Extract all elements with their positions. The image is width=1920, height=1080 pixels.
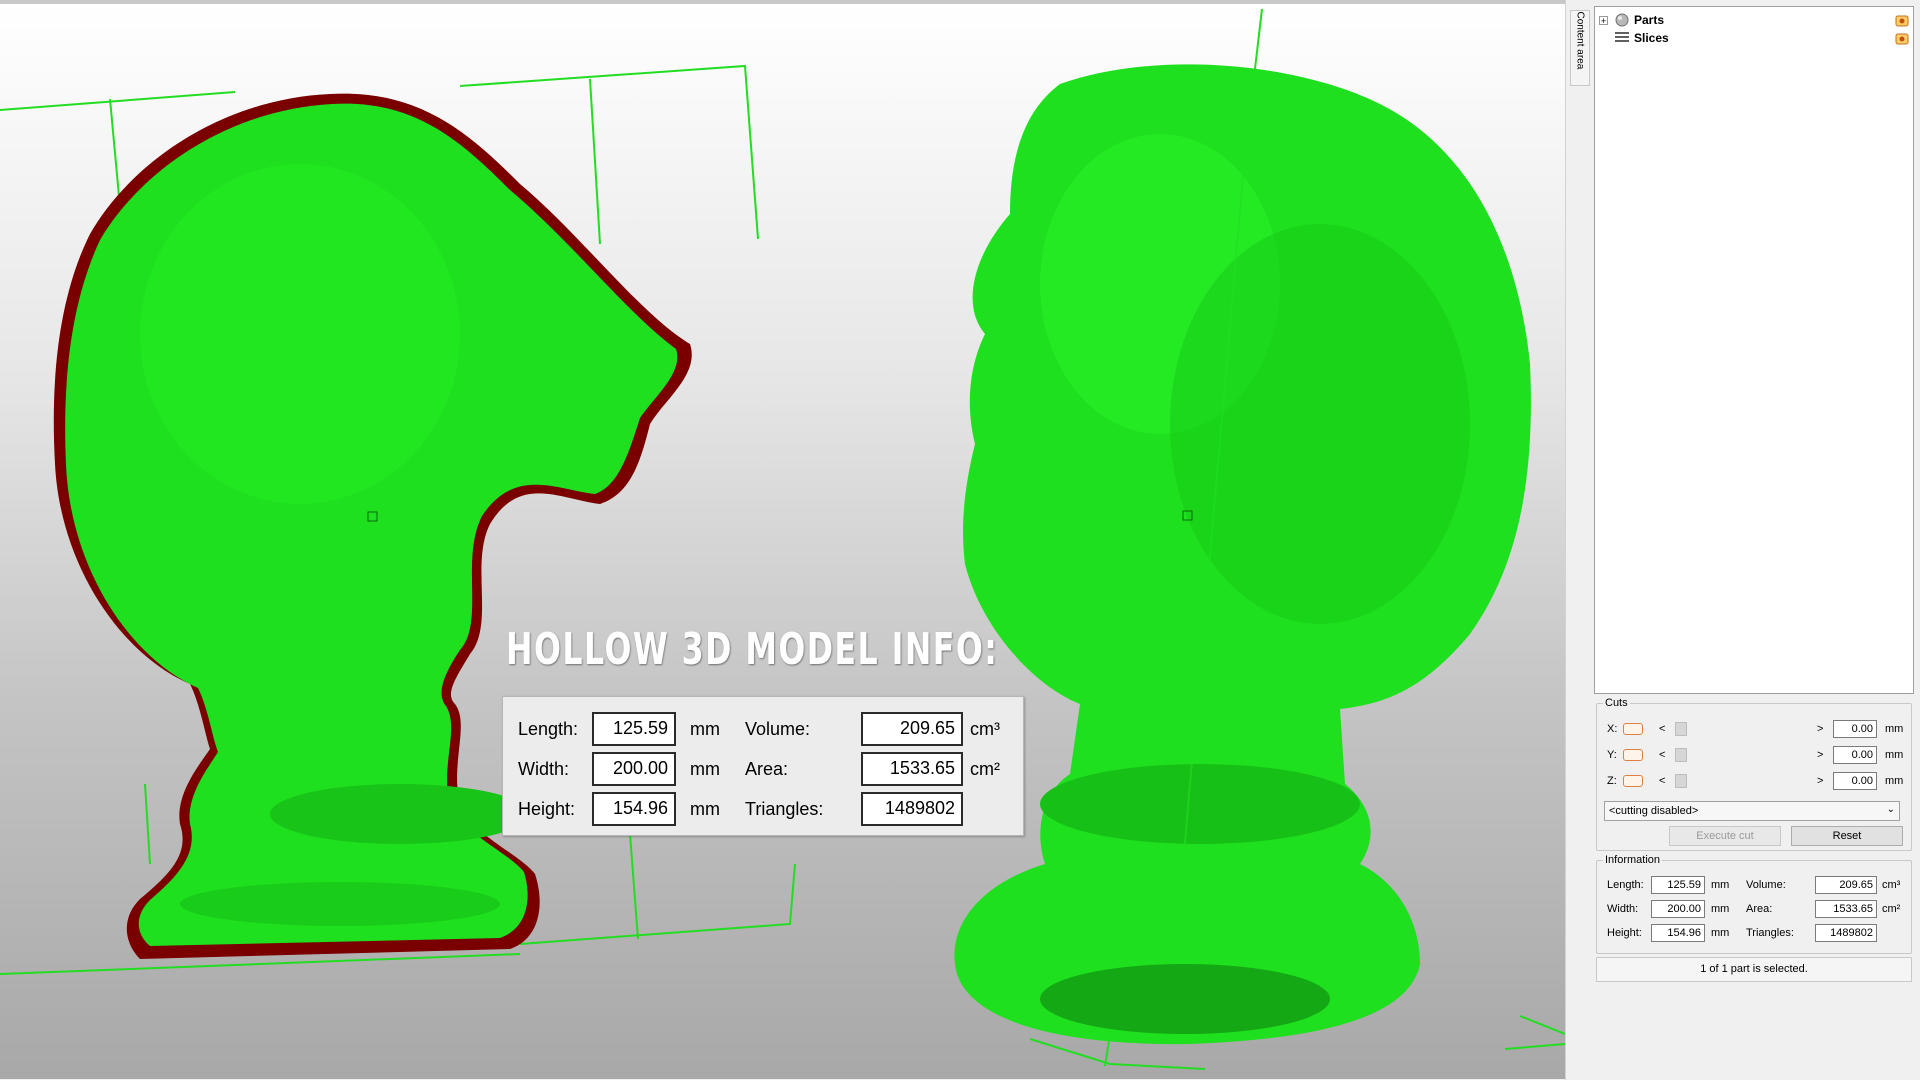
cut-axis-z-label: Z:	[1607, 775, 1617, 787]
expand-icon[interactable]: +	[1599, 15, 1608, 25]
overlay-triangles-label: Triangles:	[745, 799, 824, 819]
info-height-value: 154.96	[1651, 924, 1705, 942]
cut-z-slider[interactable]	[1671, 774, 1811, 788]
info-width-label: Width:	[1607, 903, 1639, 915]
cuts-legend: Cuts	[1605, 697, 1628, 709]
cut-z-value[interactable]: 0.00	[1833, 772, 1877, 790]
slices-icon	[1615, 32, 1629, 42]
selection-status: 1 of 1 part is selected.	[1596, 957, 1912, 982]
info-height-unit: mm	[1711, 927, 1730, 939]
cut-y-left-arrow[interactable]: <	[1659, 749, 1665, 761]
cut-axis-y-toggle[interactable]	[1623, 749, 1643, 761]
cut-axis-x-label: X:	[1607, 723, 1618, 735]
tree-item-parts[interactable]: + Parts	[1599, 12, 1664, 28]
panel-splitter[interactable]	[1565, 0, 1594, 1080]
cut-z-slider-thumb[interactable]	[1675, 774, 1687, 788]
cut-axis-x-toggle[interactable]	[1623, 723, 1643, 735]
overlay-area-value: 1533.65	[861, 752, 963, 786]
info-triangles-value: 1489802	[1815, 924, 1877, 942]
overlay-height-label: Height:	[518, 799, 576, 819]
overlay-volume-value: 209.65	[861, 712, 963, 746]
model-info-overlay: Length: 125.59 mm Width: 200.00 mm Heigh…	[502, 696, 1024, 836]
cut-z-unit: mm	[1885, 775, 1904, 787]
overlay-width-label: Width:	[518, 759, 570, 779]
overlay-height-unit: mm	[690, 799, 720, 819]
cut-x-right-arrow[interactable]: >	[1817, 723, 1823, 735]
info-volume-value: 209.65	[1815, 876, 1877, 894]
info-triangles-label: Triangles:	[1746, 927, 1794, 939]
tree-item-label: Slices	[1634, 31, 1669, 45]
info-length-label: Length:	[1607, 879, 1644, 891]
cut-x-slider-thumb[interactable]	[1675, 722, 1687, 736]
overlay-length-label: Length:	[518, 719, 579, 739]
cut-axis-y-label: Y:	[1607, 749, 1617, 761]
overlay-volume-label: Volume:	[745, 719, 811, 739]
visibility-toggle-icon[interactable]	[1895, 15, 1909, 27]
info-length-value: 125.59	[1651, 876, 1705, 894]
solid-lion-model[interactable]	[954, 64, 1531, 1045]
overlay-volume-unit: cm³	[970, 719, 1000, 739]
cut-mode-value: <cutting disabled>	[1609, 805, 1699, 817]
right-panel: + Parts Slices Cuts X: < > 0.00 mm Y: < …	[1593, 0, 1920, 1080]
info-width-unit: mm	[1711, 903, 1730, 915]
info-length-unit: mm	[1711, 879, 1730, 891]
cut-y-slider-thumb[interactable]	[1675, 748, 1687, 762]
overlay-width-unit: mm	[690, 759, 720, 779]
3d-viewport[interactable]: HOLLOW 3D MODEL INFO: Length: 125.59 mm …	[0, 0, 1565, 1079]
cut-y-right-arrow[interactable]: >	[1817, 749, 1823, 761]
scene-canvas[interactable]	[0, 4, 1565, 1079]
content-tree[interactable]: + Parts Slices	[1594, 6, 1914, 694]
chevron-down-icon: ⌄	[1886, 804, 1895, 815]
cut-z-left-arrow[interactable]: <	[1659, 775, 1665, 787]
cut-axis-z-toggle[interactable]	[1623, 775, 1643, 787]
overlay-title: HOLLOW 3D MODEL INFO:	[506, 624, 999, 675]
overlay-width-value: 200.00	[592, 752, 676, 786]
overlay-length-unit: mm	[690, 719, 720, 739]
parts-icon	[1615, 13, 1629, 27]
information-legend: Information	[1605, 854, 1661, 866]
cut-y-value[interactable]: 0.00	[1833, 746, 1877, 764]
visibility-toggle-icon[interactable]	[1895, 33, 1909, 45]
cut-mode-select[interactable]: <cutting disabled> ⌄	[1604, 801, 1900, 821]
tree-item-slices[interactable]: Slices	[1614, 30, 1669, 46]
cut-x-value[interactable]: 0.00	[1833, 720, 1877, 738]
tree-item-label: Parts	[1634, 13, 1665, 27]
cut-z-right-arrow[interactable]: >	[1817, 775, 1823, 787]
content-area-tab[interactable]: Content area	[1570, 10, 1590, 86]
overlay-area-unit: cm²	[970, 759, 1000, 779]
overlay-area-label: Area:	[745, 759, 789, 779]
overlay-height-value: 154.96	[592, 792, 676, 826]
cut-y-slider[interactable]	[1671, 748, 1811, 762]
cut-y-unit: mm	[1885, 749, 1904, 761]
info-volume-label: Volume:	[1746, 879, 1786, 891]
overlay-triangles-value: 1489802	[861, 792, 963, 826]
info-area-value: 1533.65	[1815, 900, 1877, 918]
content-area-tab-label: Content area	[1574, 11, 1586, 70]
reset-button[interactable]: Reset	[1791, 826, 1903, 846]
info-volume-unit: cm³	[1882, 879, 1901, 891]
info-area-label: Area:	[1746, 903, 1773, 915]
info-height-label: Height:	[1607, 927, 1642, 939]
info-area-unit: cm²	[1882, 903, 1901, 915]
cut-x-unit: mm	[1885, 723, 1904, 735]
info-width-value: 200.00	[1651, 900, 1705, 918]
execute-cut-button[interactable]: Execute cut	[1669, 826, 1781, 846]
cut-x-left-arrow[interactable]: <	[1659, 723, 1665, 735]
overlay-length-value: 125.59	[592, 712, 676, 746]
